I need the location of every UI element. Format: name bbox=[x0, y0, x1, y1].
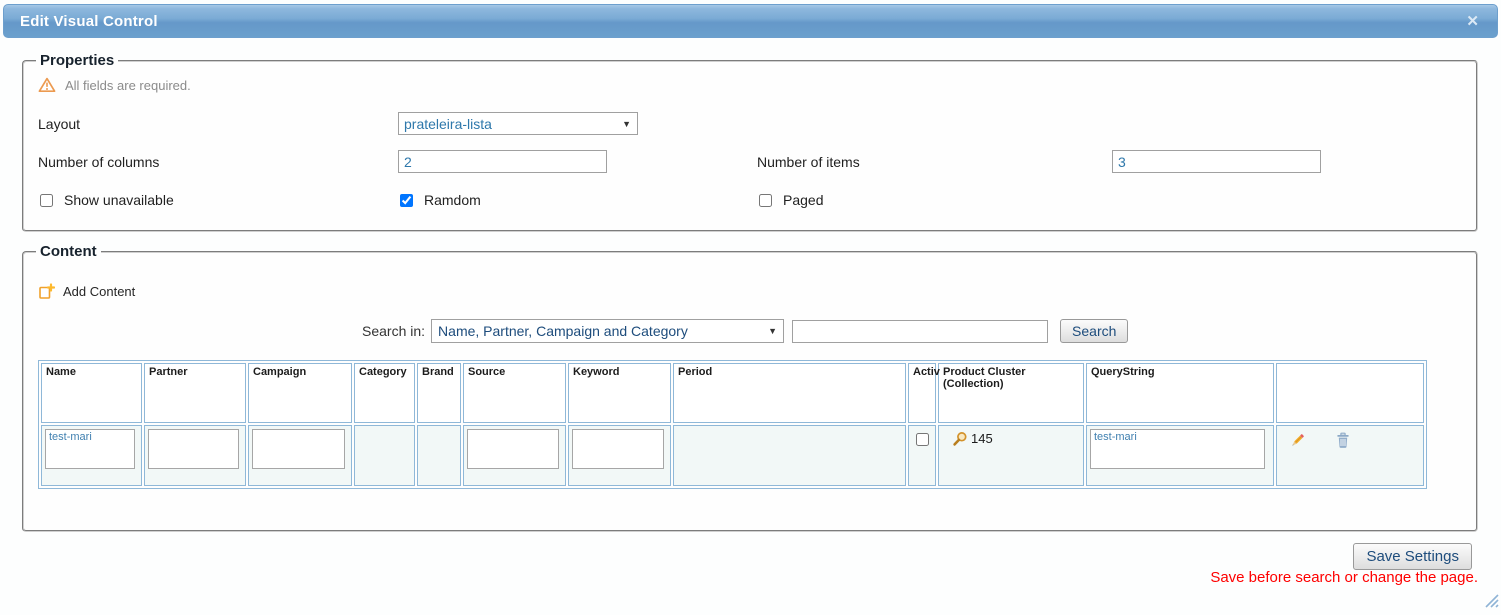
col-header-name: Name bbox=[41, 363, 142, 423]
col-header-partner: Partner bbox=[144, 363, 246, 423]
col-header-campaign: Campaign bbox=[248, 363, 352, 423]
required-note-row: All fields are required. bbox=[38, 77, 1462, 93]
save-warning-text: Save before search or change the page. bbox=[1210, 569, 1478, 586]
col-header-product-cluster: Product Cluster (Collection) bbox=[938, 363, 1084, 423]
col-header-keyword: Keyword bbox=[568, 363, 671, 423]
col-header-active: Activ bbox=[908, 363, 936, 423]
add-content-icon bbox=[38, 283, 55, 300]
random-checkbox[interactable] bbox=[400, 194, 413, 207]
close-icon[interactable]: ✕ bbox=[1466, 14, 1479, 29]
col-header-category: Category bbox=[354, 363, 415, 423]
magnifier-icon[interactable] bbox=[952, 431, 968, 447]
row-active-checkbox[interactable] bbox=[916, 433, 929, 446]
properties-panel: Properties All fields are required. Layo… bbox=[22, 52, 1478, 232]
show-unavailable-checkbox[interactable] bbox=[40, 194, 53, 207]
row-campaign-input[interactable] bbox=[252, 429, 345, 469]
add-content-label: Add Content bbox=[63, 284, 135, 299]
random-label: Ramdom bbox=[424, 192, 481, 208]
add-content-button[interactable]: Add Content bbox=[38, 283, 1462, 300]
row-name-input[interactable]: test-mari bbox=[45, 429, 135, 469]
content-panel: Content Add Content Search in: Name, Par… bbox=[22, 243, 1478, 532]
save-settings-button[interactable]: Save Settings bbox=[1353, 543, 1472, 570]
paged-checkbox[interactable] bbox=[759, 194, 772, 207]
layout-label: Layout bbox=[38, 116, 398, 132]
dialog-title: Edit Visual Control bbox=[20, 13, 158, 30]
search-input[interactable] bbox=[792, 320, 1048, 343]
properties-legend: Properties bbox=[36, 52, 118, 69]
items-input[interactable] bbox=[1112, 150, 1321, 173]
items-label: Number of items bbox=[757, 154, 1112, 170]
col-header-brand: Brand bbox=[417, 363, 461, 423]
search-filter-select[interactable]: Name, Partner, Campaign and Category bbox=[431, 319, 784, 343]
col-header-period: Period bbox=[673, 363, 906, 423]
row-period-cell bbox=[673, 425, 906, 486]
delete-trash-icon[interactable] bbox=[1335, 432, 1351, 449]
resize-handle[interactable] bbox=[1483, 592, 1499, 613]
col-header-actions bbox=[1276, 363, 1424, 423]
row-source-input[interactable] bbox=[467, 429, 559, 469]
row-querystring-input[interactable]: test-mari bbox=[1090, 429, 1265, 469]
search-in-label: Search in: bbox=[362, 323, 425, 339]
col-header-querystring: QueryString bbox=[1086, 363, 1274, 423]
dialog-titlebar: Edit Visual Control ✕ bbox=[3, 4, 1498, 38]
row-partner-input[interactable] bbox=[148, 429, 239, 469]
columns-input[interactable] bbox=[398, 150, 607, 173]
content-table: Name Partner Campaign Category Brand Sou… bbox=[38, 360, 1427, 489]
product-cluster-id: 145 bbox=[971, 431, 993, 446]
row-keyword-input[interactable] bbox=[572, 429, 664, 469]
table-header-row: Name Partner Campaign Category Brand Sou… bbox=[41, 363, 1424, 423]
show-unavailable-label: Show unavailable bbox=[64, 192, 174, 208]
edit-pencil-icon[interactable] bbox=[1289, 432, 1306, 449]
columns-label: Number of columns bbox=[38, 154, 398, 170]
row-brand-cell bbox=[417, 425, 461, 486]
col-header-source: Source bbox=[463, 363, 566, 423]
warning-icon bbox=[38, 77, 56, 93]
required-note: All fields are required. bbox=[65, 78, 191, 93]
search-button[interactable]: Search bbox=[1060, 319, 1128, 343]
layout-select[interactable]: prateleira-lista bbox=[398, 112, 638, 135]
row-category-cell bbox=[354, 425, 415, 486]
table-row: test-mari bbox=[41, 425, 1424, 486]
paged-label: Paged bbox=[783, 192, 823, 208]
content-legend: Content bbox=[36, 243, 101, 260]
